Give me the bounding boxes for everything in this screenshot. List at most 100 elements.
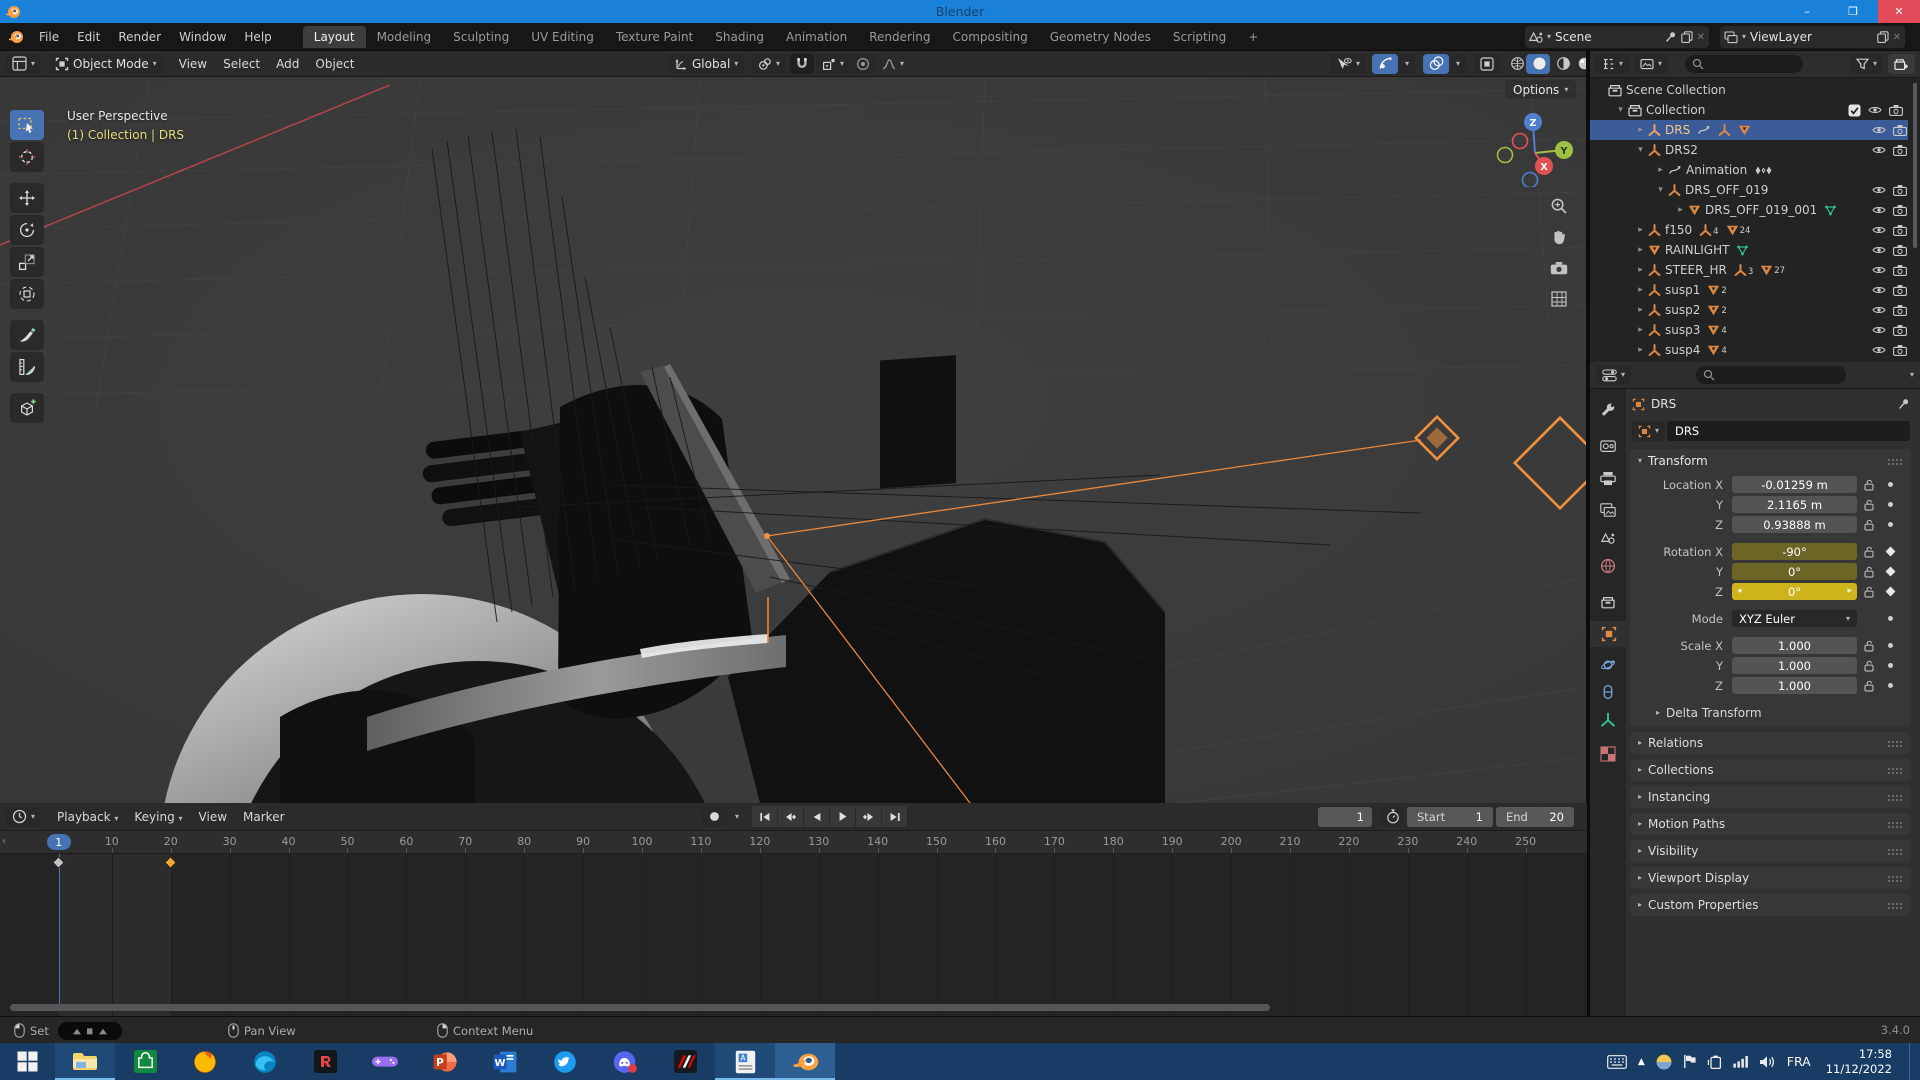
outliner-row-f150[interactable]: ▸f150424 [1590,220,1908,240]
properties-tab-view-layer[interactable] [1590,497,1626,523]
value-field[interactable]: 0.93888 m [1732,516,1857,533]
gizmos-dropdown[interactable]: ▾ [1399,54,1415,74]
shading-solid-button[interactable] [1526,54,1550,74]
properties-tab-output[interactable] [1590,465,1626,491]
workspace-tab-sculpting[interactable]: Sculpting [442,26,520,48]
disclosure-triangle[interactable]: ▸ [1653,165,1668,175]
animate-dot[interactable] [1881,502,1899,507]
gizmos-toggle[interactable] [1372,54,1398,74]
timeline-menu-keying[interactable]: Keying ▾ [126,807,190,827]
language-indicator[interactable]: FRA [1787,1054,1811,1069]
tool-rotate[interactable] [10,215,44,245]
weather-tray-icon[interactable] [1656,1054,1672,1070]
render-visibility-icon[interactable] [1893,244,1907,256]
keyframe-diamond[interactable] [1881,568,1899,575]
taskbar-start[interactable] [0,1043,55,1080]
shading-wireframe-button[interactable] [1504,54,1526,74]
exclude-checkbox[interactable] [1848,104,1861,117]
hidden-icons-chevron[interactable]: ▲ [1638,1057,1645,1067]
outliner-search[interactable] [1685,55,1803,73]
menu-render[interactable]: Render [109,26,170,48]
properties-tab-scene[interactable] [1590,525,1626,551]
outliner-row-drs-off-019[interactable]: ▾DRS_OFF_019 [1590,180,1908,200]
disclosure-triangle[interactable]: ▸ [1633,265,1648,275]
disclosure-triangle[interactable]: ▸ [1633,305,1648,315]
render-visibility-icon[interactable] [1893,304,1907,316]
timeline-menu-view[interactable]: View [191,807,235,827]
outliner-row-susp3[interactable]: ▸susp34 [1590,320,1908,340]
lock-icon[interactable] [1857,640,1881,652]
outliner-row-collection[interactable]: ▾Collection [1590,100,1908,120]
lock-icon[interactable] [1857,566,1881,578]
menu-edit[interactable]: Edit [68,26,109,48]
disclosure-triangle[interactable]: ▾ [1653,185,1668,195]
overlays-dropdown[interactable]: ▾ [1450,54,1466,74]
timeline-ruler[interactable]: ‹ 10203040506070809010011012013014015016… [0,831,1587,854]
tool-scale[interactable] [10,247,44,277]
outliner-row-drs-off-019-001[interactable]: ▸DRS_OFF_019_001 [1590,200,1908,220]
tool-select-box[interactable] [10,110,44,140]
render-visibility-icon[interactable] [1893,284,1907,296]
properties-tab-render[interactable] [1590,433,1626,459]
delete-scene-icon[interactable]: ✕ [1697,32,1705,43]
viewlayer-selector[interactable]: ▾ ViewLayer ✕ [1720,26,1905,48]
frame-end-field[interactable]: End20 [1496,807,1574,827]
disclosure-triangle[interactable]: ▸ [1633,325,1648,335]
keyframe-diamond[interactable] [1881,548,1899,555]
tool-add-cube[interactable] [10,393,44,423]
value-field[interactable]: 0° [1732,563,1857,580]
new-viewlayer-icon[interactable] [1877,31,1889,43]
lock-icon[interactable] [1857,586,1881,598]
render-visibility-icon[interactable] [1893,224,1907,236]
menu-window[interactable]: Window [170,26,235,48]
taskbar-gamebar[interactable] [355,1043,415,1080]
viewport-menu-view[interactable]: View [171,54,215,74]
panel-instancing[interactable]: ▸Instancing [1630,786,1911,808]
panel-motion-paths[interactable]: ▸Motion Paths [1630,813,1911,835]
hide-eye-icon[interactable] [1872,125,1886,135]
panel-visibility[interactable]: ▸Visibility [1630,840,1911,862]
value-field[interactable]: 1.000 [1732,637,1857,654]
ortho-toggle-icon[interactable] [1546,286,1572,312]
animate-dot[interactable] [1881,616,1899,621]
frame-start-field[interactable]: Start1 [1407,807,1493,827]
render-visibility-icon[interactable] [1889,104,1903,116]
render-visibility-icon[interactable] [1893,184,1907,196]
workspace-tab-+[interactable]: + [1237,26,1269,48]
properties-options-icon[interactable]: ▾ [1910,371,1914,379]
outliner-display-mode[interactable]: ▾ [1634,54,1668,74]
playback-prev-key[interactable] [778,806,803,827]
shading-material-button[interactable] [1550,54,1572,74]
value-field[interactable]: 1.000 [1732,657,1857,674]
tool-cursor[interactable] [10,142,44,172]
panel-viewport-display[interactable]: ▸Viewport Display [1630,867,1911,889]
scene-selector[interactable]: ▾ Scene ✕ [1525,26,1709,48]
minimize-button[interactable]: – [1786,0,1828,23]
hide-eye-icon[interactable] [1872,245,1886,255]
navigation-gizmo[interactable]: Z Y X [1495,107,1575,187]
render-visibility-icon[interactable] [1893,204,1907,216]
maximize-button[interactable]: ❐ [1832,0,1874,23]
hide-eye-icon[interactable] [1868,105,1882,115]
outliner-row-susp1[interactable]: ▸susp12 [1590,280,1908,300]
taskbar-motorsport[interactable] [655,1043,715,1080]
properties-tab-data[interactable] [1590,707,1626,733]
current-frame-indicator[interactable]: 1 [47,834,71,850]
3d-viewport[interactable]: User Perspective (1) Collection | DRS Op… [0,77,1587,803]
taskbar-explorer[interactable] [55,1043,115,1080]
app-menu-icon[interactable] [8,29,24,45]
disclosure-triangle[interactable]: ▸ [1633,125,1648,135]
editor-type-button[interactable]: ▾ [6,54,41,74]
disclosure-triangle[interactable]: ▸ [1633,345,1648,355]
taskbar-powerpoint[interactable]: P [415,1043,475,1080]
snap-toggle[interactable] [790,54,814,74]
playback-jump-start[interactable] [752,806,777,827]
render-visibility-icon[interactable] [1893,264,1907,276]
panel-drag-handle[interactable] [1887,458,1903,465]
properties-tab-object[interactable] [1590,621,1626,647]
timeline-menu-marker[interactable]: Marker [235,807,292,827]
properties-tab-physics[interactable] [1590,652,1626,678]
menu-help[interactable]: Help [235,26,280,48]
lock-icon[interactable] [1857,479,1881,491]
panel-custom-properties[interactable]: ▸Custom Properties [1630,894,1911,916]
